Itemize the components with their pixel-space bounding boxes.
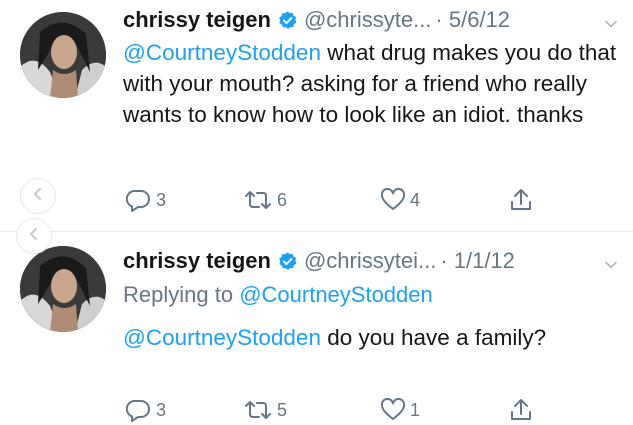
chevron-left-icon (31, 187, 45, 206)
tweet-header: chrissy teigen @chrissyte... · 5/6/12 (123, 5, 619, 35)
verified-badge-icon (277, 10, 298, 31)
reply-icon (126, 398, 152, 422)
like-count: 4 (410, 189, 421, 210)
display-name[interactable]: chrissy teigen (123, 248, 271, 274)
replying-to: Replying to @CourtneyStodden (123, 282, 433, 308)
like-button[interactable]: 4 (380, 185, 420, 215)
avatar[interactable] (20, 246, 106, 332)
handle[interactable]: @chrissytei... (304, 248, 436, 274)
reply-button[interactable]: 3 (126, 395, 166, 425)
mention-link[interactable]: @CourtneyStodden (123, 325, 321, 350)
reply-count: 3 (156, 399, 167, 420)
avatar[interactable] (20, 12, 106, 98)
retweet-count: 5 (277, 399, 288, 420)
tweet-text: @CourtneyStodden what drug makes you do … (123, 37, 623, 130)
like-button[interactable]: 1 (380, 395, 420, 425)
reply-icon (126, 188, 152, 212)
tweet-header: chrissy teigen @chrissytei... · 1/1/12 (123, 246, 619, 276)
tweet-text: @CourtneyStodden do you have a family? (123, 322, 623, 353)
chevron-down-icon[interactable] (603, 12, 619, 28)
chevron-down-icon[interactable] (603, 253, 619, 269)
previous-button[interactable] (16, 218, 52, 254)
replying-to-label: Replying to (123, 282, 240, 307)
heart-icon (380, 398, 406, 422)
retweet-button[interactable]: 5 (243, 395, 287, 425)
retweet-button[interactable]: 6 (243, 185, 287, 215)
retweet-icon (243, 398, 273, 422)
tweet-actions: 3 5 1 (123, 395, 543, 425)
reply-button[interactable]: 3 (126, 185, 166, 215)
tweet[interactable]: chrissy teigen @chrissyte... · 5/6/12 @C… (0, 0, 633, 232)
tweet-date[interactable]: · 1/1/12 (440, 248, 515, 274)
like-count: 1 (410, 399, 421, 420)
handle[interactable]: @chrissyte... (304, 7, 431, 33)
retweet-icon (243, 188, 273, 212)
share-icon (508, 187, 534, 213)
replying-to-mention[interactable]: @CourtneyStodden (239, 282, 433, 307)
heart-icon (380, 188, 406, 212)
display-name[interactable]: chrissy teigen (123, 7, 271, 33)
mention-link[interactable]: @CourtneyStodden (123, 40, 321, 65)
share-button[interactable] (508, 185, 534, 215)
chevron-left-icon (27, 227, 41, 246)
tweet-date[interactable]: · 5/6/12 (435, 7, 510, 33)
tweet-actions: 3 6 4 (123, 185, 543, 215)
previous-button[interactable] (20, 178, 56, 214)
reply-count: 3 (156, 189, 167, 210)
tweet[interactable]: chrissy teigen @chrissytei... · 1/1/12 R… (0, 232, 633, 425)
verified-badge-icon (277, 251, 298, 272)
share-button[interactable] (508, 395, 534, 425)
tweet-text-content: do you have a family? (320, 325, 547, 350)
share-icon (508, 397, 534, 423)
retweet-count: 6 (277, 189, 288, 210)
